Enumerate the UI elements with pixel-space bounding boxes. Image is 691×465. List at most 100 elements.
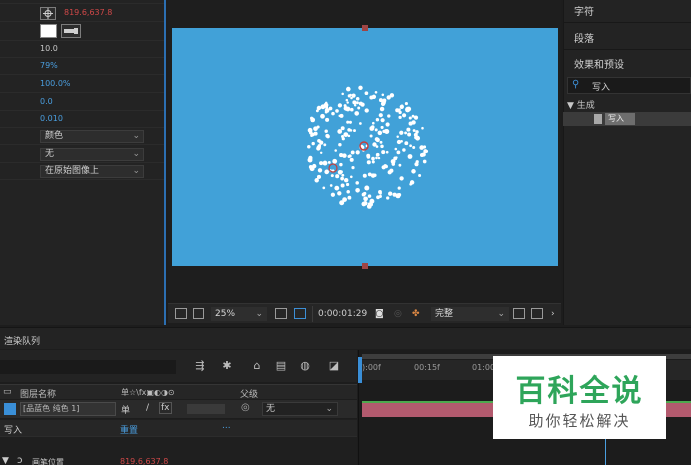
particle-dot [409,144,412,148]
resolution-dropdown[interactable]: 完整 ⌄ [431,307,509,321]
particle-dot [320,113,325,119]
quality-switch-icon[interactable]: / [146,403,149,413]
particle-dot [348,120,352,124]
fx-switch[interactable]: fx [159,402,172,414]
color-mode-dropdown[interactable]: 颜色 ⌄ [40,130,144,143]
pick-whip-icon[interactable]: ◎ [241,402,250,413]
layer-row[interactable]: [品蓝色 纯色 1] 单 / fx ◎ 无 ⌄ [0,400,357,418]
motion-blur-icon[interactable]: ◍ [298,359,312,373]
camera-icon[interactable]: ◙ [375,307,384,321]
particle-dot [316,125,320,129]
overflow-icon[interactable]: › [551,307,555,321]
particle-dot [382,98,387,103]
effect-name[interactable]: 写入 [4,423,22,436]
particle-dot [339,162,343,167]
particle-dot [364,91,369,96]
effect-options-link[interactable]: ... [222,421,231,431]
particle-dot [346,182,350,187]
graph-editor-icon[interactable]: ◪ [327,359,341,373]
particle-dot [334,185,340,191]
particle-dot [404,102,408,106]
search-icon: ⚲ [572,79,580,90]
grid-toggle-icon[interactable] [275,308,287,319]
effect-reset-link[interactable]: 重置 [120,423,138,436]
chevron-down-icon: ⌄ [132,131,140,141]
composition-canvas[interactable] [172,25,558,269]
draft-3d-icon[interactable]: ✱ [220,359,234,373]
particle-dot [354,111,360,116]
percent-value-1[interactable]: 79% [40,61,58,70]
particle-dot [335,174,340,179]
dropdown-2-label: 无 [45,149,55,159]
layer-name-field[interactable]: [品蓝色 纯色 1] [20,402,116,416]
particle-dot [385,122,390,127]
property-row[interactable]: ▼ ↄ 画笔位置 819.6,637.8 [0,454,357,465]
snapshot-region-icon[interactable] [175,308,187,319]
eyedropper-button[interactable] [61,24,81,38]
effect-controls-panel: 819.6,637.8 10.0 79% 100.0% 0.0 0.010 颜色… [0,0,166,325]
particle-dot [345,98,349,102]
paint-style-dropdown[interactable]: 在原始图像上 ⌄ [40,165,144,178]
particle-dot [407,154,413,159]
particle-dot [397,186,401,190]
particle-dot [402,148,406,152]
layer-name-header[interactable]: 图层名称 [20,387,56,400]
effect-row[interactable]: 写入 重置 ... [0,420,357,437]
monitor-icon[interactable] [193,308,204,319]
dropdown-3-label: 在原始图像上 [45,166,100,176]
timecode-display[interactable]: 0:00:01:29 [318,307,367,321]
switch-boxes[interactable] [187,404,225,414]
dropdown-1-label: 颜色 [45,131,64,141]
comp-flowchart-icon[interactable]: ⇶ [193,359,207,373]
generate-category[interactable]: ▼ 生成 [567,98,595,111]
particle-dot [342,197,347,202]
parent-dropdown[interactable]: 无 ⌄ [262,402,338,416]
position-target-button[interactable] [40,7,56,20]
particle-dot [388,191,393,196]
ruler-tick-0: ):00f [362,363,381,372]
percent-value-2[interactable]: 100.0% [40,79,71,88]
effects-search-input[interactable]: ⚲ 写入 [567,77,691,94]
position-value[interactable]: 819.6,637.8 [64,8,112,17]
particle-dot [400,104,404,108]
zoom-dropdown[interactable]: 25% ⌄ [211,307,267,321]
prop-row-percent-1: 79% [0,58,164,75]
alpha-channel-icon[interactable]: ◎ [394,307,402,321]
option-dropdown[interactable]: 无 ⌄ [40,148,144,161]
effect-list-item-write-on[interactable]: 写入 [563,112,691,126]
numeric-value-3[interactable]: 0.0 [40,97,53,106]
shy-switch-icon[interactable]: 单 [121,403,130,416]
layer-label-color[interactable] [4,403,16,415]
shy-layers-icon[interactable]: ⌂ [250,359,264,373]
particle-dot [325,108,329,112]
size-value[interactable]: 10.0 [40,44,58,53]
numeric-value-4[interactable]: 0.010 [40,114,63,123]
effect-preset-icon [594,114,602,124]
expand-arrow-icon[interactable]: ▼ [2,456,9,465]
stopwatch-icon[interactable]: ↄ [17,455,23,465]
transparency-grid-icon[interactable] [531,308,543,319]
property-value[interactable]: 819.6,637.8 [120,457,168,465]
render-queue-tab[interactable]: 渲染队列 [4,334,40,347]
eyedropper-icon [64,28,78,34]
prop-row-size: 10.0 [0,41,164,58]
particle-dot [378,131,382,135]
character-panel-title[interactable]: 字符 [574,3,594,18]
particle-dot [369,198,375,204]
effect-item-label: 写入 [605,113,635,125]
particle-dot [341,135,344,138]
layer-search-input[interactable] [0,360,176,374]
prop-row-percent-2: 100.0% [0,76,164,93]
color-channels-icon[interactable]: ✤ [412,307,420,321]
effects-presets-panel-title[interactable]: 效果和预设 [574,56,624,71]
chevron-down-icon: ⌄ [255,309,263,319]
particle-dot [340,126,345,131]
frame-blending-icon[interactable]: ▤ [274,359,288,373]
paragraph-panel-title[interactable]: 段落 [574,30,594,45]
mask-toggle-icon[interactable] [294,308,306,319]
particle-dot [375,118,380,122]
particle-dot [343,132,349,137]
color-swatch[interactable] [40,24,57,38]
particle-dot [317,168,323,173]
region-of-interest-icon[interactable] [513,308,525,319]
